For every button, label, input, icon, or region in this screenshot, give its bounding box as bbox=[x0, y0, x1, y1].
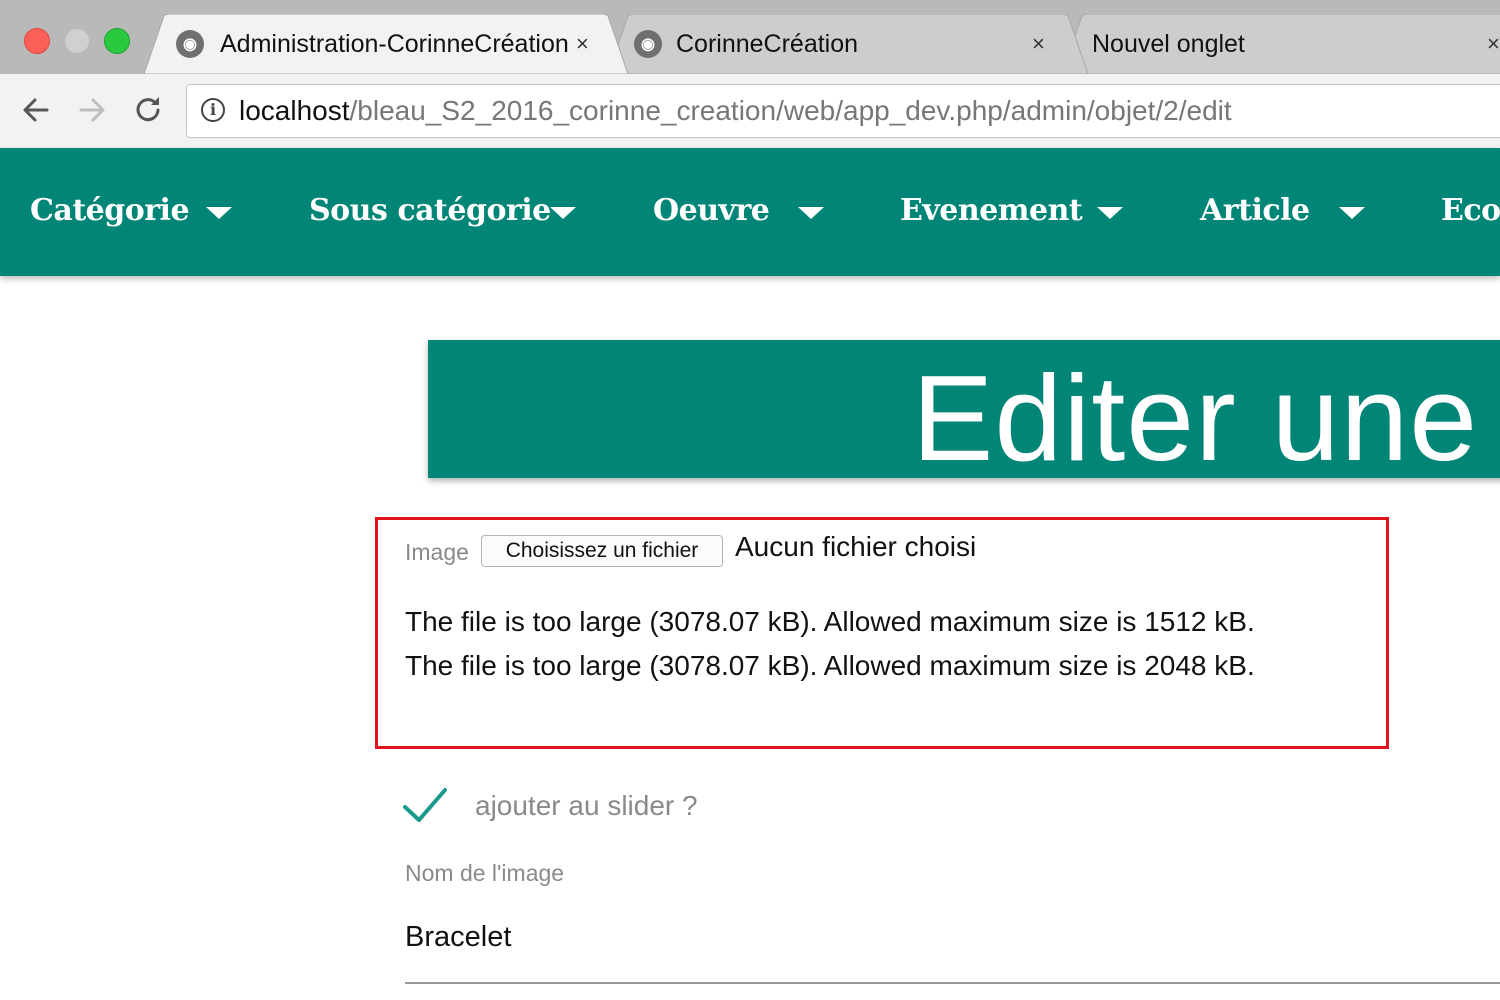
nav-item-ecole[interactable]: Ecole bbox=[1441, 193, 1500, 228]
nav-item-evenement[interactable]: Evenement bbox=[900, 193, 1123, 228]
tab-label: Nouvel onglet bbox=[1092, 30, 1245, 58]
minimize-window-button[interactable] bbox=[64, 28, 90, 54]
caret-down-icon bbox=[550, 207, 576, 219]
nav-item-label: Article bbox=[1200, 193, 1310, 228]
site-favicon-icon: ◉ bbox=[634, 30, 662, 58]
reload-icon bbox=[136, 97, 160, 122]
reload-button[interactable] bbox=[130, 92, 166, 128]
admin-navbar: Catégorie Sous catégorie Oeuvre Evenemen… bbox=[0, 148, 1500, 276]
tab-corinnecreation[interactable]: ◉ CorinneCréation × bbox=[608, 14, 1088, 74]
nav-item-label: Sous catégorie bbox=[309, 193, 551, 228]
tab-close-icon[interactable]: × bbox=[576, 31, 589, 57]
arrow-right-icon bbox=[79, 98, 105, 122]
nav-item-label: Catégorie bbox=[30, 193, 190, 228]
arrow-left-icon bbox=[23, 98, 49, 122]
slider-checkbox-label[interactable]: ajouter au slider ? bbox=[475, 790, 698, 822]
close-window-button[interactable] bbox=[24, 28, 50, 54]
file-status-text: Aucun fichier choisi bbox=[735, 531, 977, 562]
slider-checkbox-checkmark-icon[interactable] bbox=[402, 787, 448, 825]
page-title: Editer une bbox=[912, 350, 1479, 478]
image-name-input[interactable] bbox=[405, 916, 1500, 984]
nav-item-label: Evenement bbox=[900, 193, 1083, 228]
url-text: localhost/bleau_S2_2016_corinne_creation… bbox=[239, 95, 1232, 127]
site-favicon-icon: ◉ bbox=[176, 30, 204, 58]
page-title-card: Editer une bbox=[428, 340, 1500, 478]
browser-toolbar: i localhost/bleau_S2_2016_corinne_creati… bbox=[0, 74, 1500, 149]
tab-close-icon[interactable]: × bbox=[1487, 31, 1500, 57]
caret-down-icon bbox=[206, 207, 232, 219]
info-icon[interactable]: i bbox=[201, 98, 225, 122]
choose-file-button[interactable]: Choisissez un fichier bbox=[481, 535, 723, 567]
address-bar[interactable]: i localhost/bleau_S2_2016_corinne_creati… bbox=[186, 84, 1500, 138]
zoom-window-button[interactable] bbox=[104, 28, 130, 54]
caret-down-icon bbox=[798, 207, 824, 219]
file-size-error-message: The file is too large (3078.07 kB). Allo… bbox=[405, 650, 1255, 681]
nav-item-categorie[interactable]: Catégorie bbox=[30, 193, 232, 228]
forward-button[interactable] bbox=[74, 92, 110, 128]
tab-administration[interactable]: ◉ Administration-CorinneCréation × bbox=[144, 14, 628, 74]
image-name-label: Nom de l'image bbox=[405, 860, 565, 886]
caret-down-icon bbox=[1339, 207, 1365, 219]
back-button[interactable] bbox=[18, 92, 54, 128]
nav-item-label: Ecole bbox=[1441, 193, 1500, 228]
nav-item-oeuvre[interactable]: Oeuvre bbox=[653, 193, 824, 228]
tab-label: CorinneCréation bbox=[676, 30, 859, 58]
url-host: localhost bbox=[239, 95, 350, 126]
tab-label: Administration-CorinneCréation bbox=[220, 30, 568, 58]
tab-nouvel-onglet[interactable]: Nouvel onglet × bbox=[1062, 14, 1500, 74]
caret-down-icon bbox=[1097, 207, 1123, 219]
nav-item-sous-categorie[interactable]: Sous catégorie bbox=[309, 193, 576, 228]
tab-close-icon[interactable]: × bbox=[1032, 31, 1045, 57]
image-field-label: Image bbox=[405, 539, 469, 565]
nav-item-article[interactable]: Article bbox=[1200, 193, 1365, 228]
browser-tab-bar: Nouvel onglet × ◉ CorinneCréation × ◉ Ad… bbox=[0, 0, 1500, 74]
url-path: /bleau_S2_2016_corinne_creation/web/app_… bbox=[349, 95, 1232, 126]
nav-item-label: Oeuvre bbox=[653, 193, 770, 228]
file-size-error-message: The file is too large (3078.07 kB). Allo… bbox=[405, 606, 1255, 637]
